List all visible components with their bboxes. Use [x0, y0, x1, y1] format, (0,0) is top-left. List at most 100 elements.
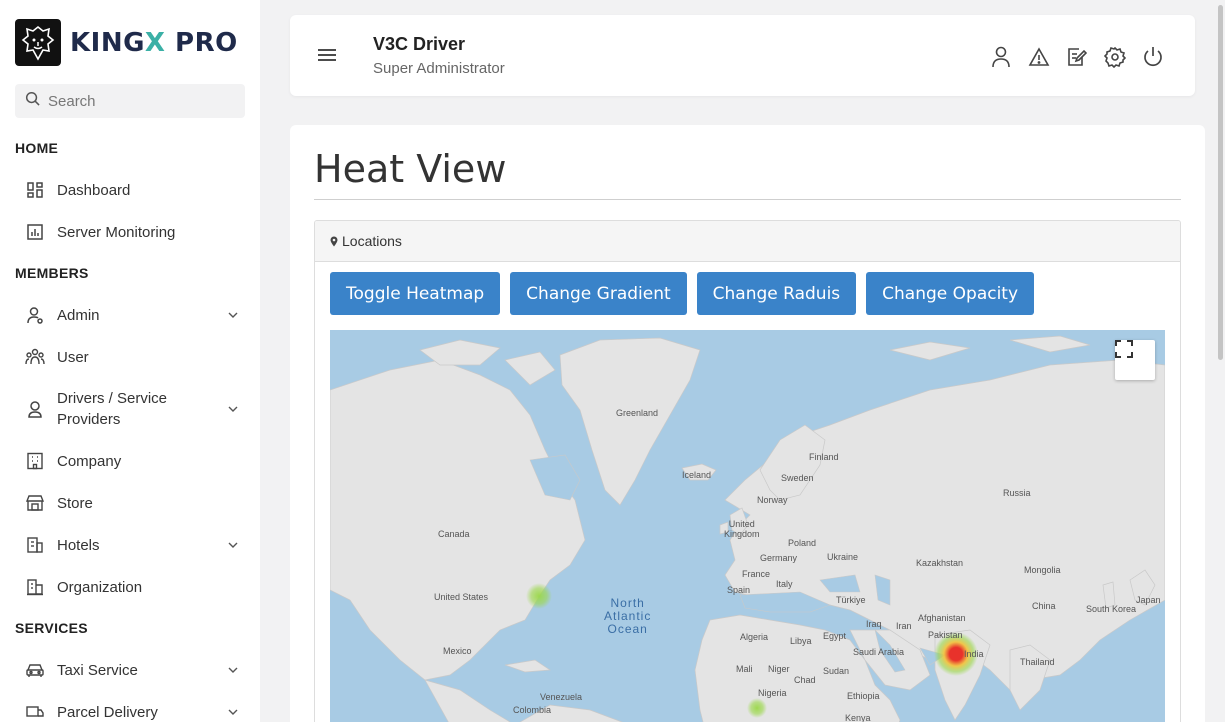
map-label-norway: Norway: [757, 495, 788, 505]
map-label-greenland: Greenland: [616, 408, 659, 418]
users-icon: [25, 347, 45, 367]
map-label-india: India: [964, 649, 984, 659]
main-content: Heat View Locations Toggle Heatmap Chang…: [290, 125, 1205, 722]
map-label-mexico: Mexico: [443, 646, 472, 656]
page-title: Heat View: [314, 147, 507, 191]
toggle-heatmap-button[interactable]: Toggle Heatmap: [330, 272, 501, 315]
brand-name: KINGX PRO: [70, 27, 238, 58]
heat-spot-us-east: [526, 583, 552, 609]
driver-icon: [25, 399, 45, 419]
map-label-france: France: [742, 569, 771, 579]
map-label-egypt: Egypt: [823, 631, 847, 641]
settings-gear-icon[interactable]: [1103, 45, 1127, 69]
section-members: MEMBERS: [15, 265, 89, 281]
sidebar-search[interactable]: [15, 84, 245, 118]
sidebar-item-drivers[interactable]: Drivers / Service Providers: [25, 388, 245, 430]
heatmap-controls: Toggle Heatmap Change Gradient Change Ra…: [330, 272, 1035, 315]
page-scrollbar[interactable]: [1218, 5, 1223, 360]
sidebar-item-organization[interactable]: Organization: [25, 577, 245, 597]
map-label-colombia: Colombia: [513, 705, 552, 715]
map-label-ukraine: Ukraine: [827, 552, 859, 562]
map-label-niger: Niger: [768, 664, 790, 674]
change-radius-button[interactable]: Change Raduis: [696, 272, 857, 315]
sidebar-item-label: Taxi Service: [57, 661, 138, 679]
map-label-mongolia: Mongolia: [1024, 565, 1061, 575]
map-label-kenya: Kenya: [845, 713, 871, 722]
map-label-iran: Iran: [896, 621, 912, 631]
map-label-china: China: [1032, 601, 1056, 611]
header-actions: [989, 45, 1165, 69]
chevron-down-icon[interactable]: [227, 309, 239, 321]
section-services: SERVICES: [15, 620, 88, 636]
sidebar-item-hotels[interactable]: Hotels: [25, 535, 245, 555]
taxi-icon: [25, 660, 45, 680]
hamburger-menu-icon[interactable]: [317, 45, 337, 65]
sidebar-item-label: Organization: [57, 578, 143, 596]
heat-spot-nigeria: [747, 698, 767, 718]
change-gradient-button[interactable]: Change Gradient: [510, 272, 687, 315]
sidebar-item-label: Hotels: [57, 536, 100, 554]
map-label-algeria: Algeria: [740, 632, 769, 642]
power-logout-icon[interactable]: [1141, 45, 1165, 69]
sidebar-item-user[interactable]: User: [25, 347, 245, 367]
sidebar-item-label: Admin: [57, 306, 100, 324]
brand-logo[interactable]: KINGX PRO: [15, 19, 238, 66]
sidebar-item-store[interactable]: Store: [25, 493, 245, 513]
profile-icon[interactable]: [989, 45, 1013, 69]
store-icon: [25, 493, 45, 513]
sidebar: KINGX PRO HOME Dashboard Server Monitori…: [0, 0, 260, 722]
map-label-finland: Finland: [809, 452, 839, 462]
sidebar-item-label: Company: [57, 452, 122, 470]
sidebar-item-label: Store: [57, 494, 93, 512]
admin-icon: [25, 305, 45, 325]
chart-icon: [25, 222, 45, 242]
map-label-spain: Spain: [727, 585, 751, 595]
map-label-turkiye: Türkiye: [836, 595, 866, 605]
map-label-iraq: Iraq: [866, 619, 882, 629]
organization-icon: [25, 577, 45, 597]
section-home: HOME: [15, 140, 59, 156]
hotel-icon: [25, 535, 45, 555]
chevron-down-icon[interactable]: [227, 539, 239, 551]
lion-logo-icon: [15, 19, 61, 66]
change-opacity-button[interactable]: Change Opacity: [866, 272, 1035, 315]
top-header: V3C Driver Super Administrator: [290, 15, 1195, 96]
map-label-germany: Germany: [760, 553, 798, 563]
warning-icon[interactable]: [1027, 45, 1051, 69]
map-label-ethiopia: Ethiopia: [847, 691, 880, 701]
map-label-chad: Chad: [794, 675, 816, 685]
map-label-mali: Mali: [736, 664, 753, 674]
heat-map[interactable]: Greenland Iceland Finland Sweden Norway …: [330, 330, 1165, 722]
fullscreen-icon[interactable]: [1115, 340, 1155, 380]
map-label-venezuela: Venezuela: [540, 692, 583, 702]
sidebar-item-label: User: [57, 348, 89, 366]
map-label-iceland: Iceland: [682, 470, 712, 480]
panel-header: Locations: [315, 221, 1180, 262]
title-divider: [314, 199, 1181, 200]
chevron-down-icon[interactable]: [227, 403, 239, 415]
map-label-nigeria: Nigeria: [758, 688, 787, 698]
edit-note-icon[interactable]: [1065, 45, 1089, 69]
map-label-thailand: Thailand: [1020, 657, 1055, 667]
search-input[interactable]: [48, 92, 228, 110]
map-label-uk: United Kingdom: [724, 519, 760, 539]
sidebar-item-company[interactable]: Company: [25, 451, 245, 471]
sidebar-item-dashboard[interactable]: Dashboard: [25, 180, 245, 200]
sidebar-item-server-monitoring[interactable]: Server Monitoring: [25, 222, 245, 242]
map-label-libya: Libya: [790, 636, 812, 646]
chevron-down-icon[interactable]: [227, 706, 239, 718]
map-label-italy: Italy: [776, 579, 793, 589]
sidebar-item-label: Drivers / Service Providers: [57, 390, 168, 428]
map-label-north-atlantic-ocean: North Atlantic Ocean: [604, 596, 652, 636]
search-icon: [25, 91, 40, 111]
building-icon: [25, 451, 45, 471]
user-name: V3C Driver: [373, 34, 466, 54]
map-label-japan: Japan: [1136, 595, 1161, 605]
sidebar-item-admin[interactable]: Admin: [25, 305, 245, 325]
sidebar-item-taxi-service[interactable]: Taxi Service: [25, 660, 245, 680]
map-pin-icon: [330, 236, 338, 247]
chevron-down-icon[interactable]: [227, 664, 239, 676]
sidebar-item-label: Server Monitoring: [57, 223, 176, 241]
sidebar-item-parcel-delivery[interactable]: Parcel Delivery: [25, 702, 245, 722]
map-label-united-states: United States: [434, 592, 489, 602]
